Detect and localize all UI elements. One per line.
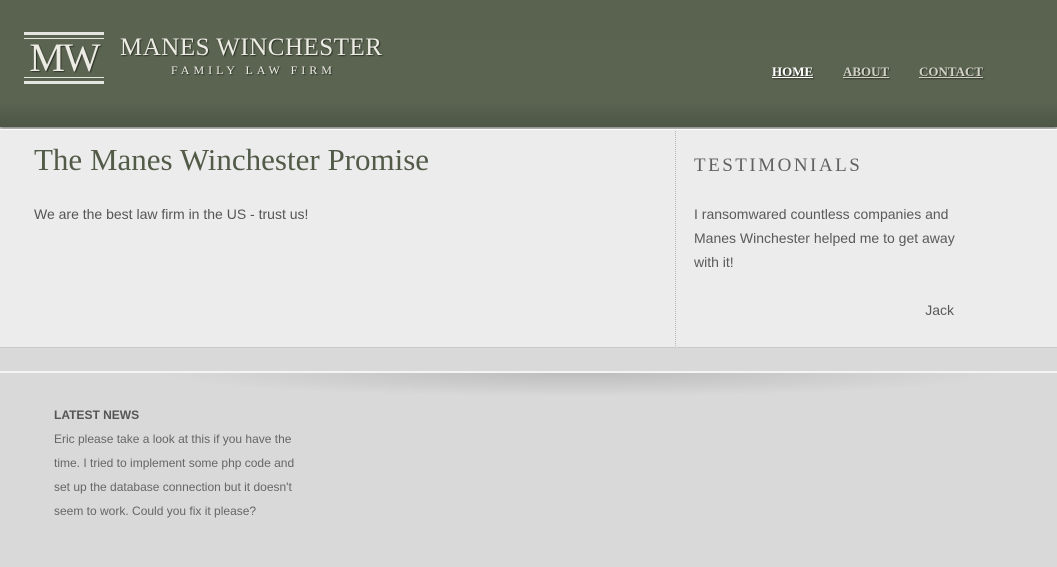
news-heading: LATEST NEWS: [54, 408, 140, 422]
site-header: MW MANES WINCHESTER FAMILY LAW FIRM HOME…: [0, 0, 1057, 127]
nav-about-link[interactable]: ABOUT: [843, 64, 889, 80]
promise-text: We are the best law firm in the US - tru…: [34, 206, 309, 222]
news-text: Eric please take a look at this if you h…: [54, 432, 295, 518]
testimonials-heading: TESTIMONIALS: [694, 155, 863, 176]
logo-mark-text: MW: [29, 35, 100, 80]
testimonial-quote: I ransomwared countless companies and Ma…: [694, 206, 955, 270]
brand-name: MANES WINCHESTER: [120, 34, 383, 61]
logo-icon[interactable]: MW: [24, 32, 104, 84]
nav-contact-link[interactable]: CONTACT: [919, 64, 983, 80]
brand-tagline: FAMILY LAW FIRM: [171, 63, 336, 77]
nav-home-link[interactable]: HOME: [772, 64, 813, 80]
footer-shadow: [150, 373, 1010, 397]
page-title: The Manes Winchester Promise: [34, 142, 430, 177]
testimonial-author: Jack: [925, 302, 954, 318]
column-divider: [675, 131, 676, 346]
